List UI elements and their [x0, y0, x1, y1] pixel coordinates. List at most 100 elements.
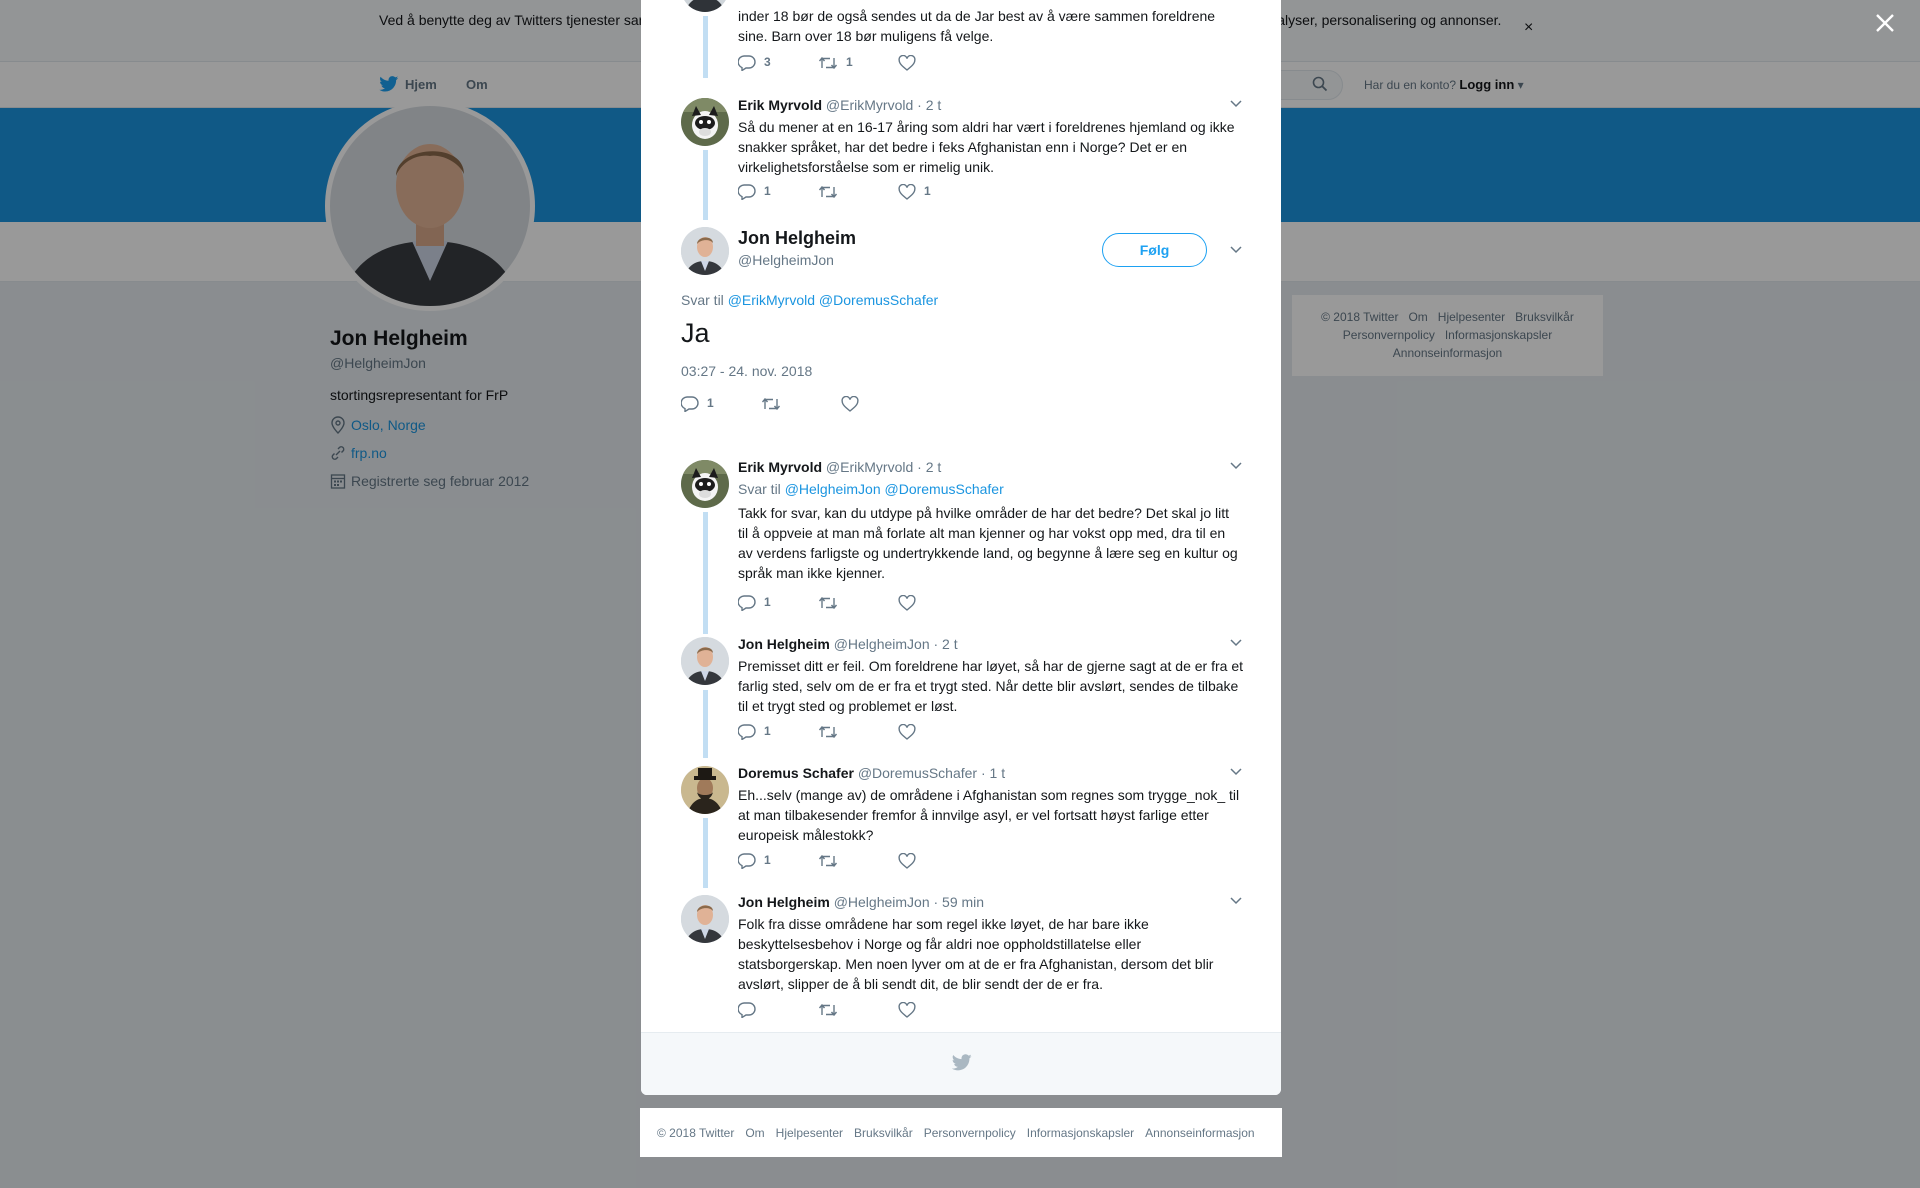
retweet-button[interactable]	[761, 396, 841, 412]
tweet-actions: 1	[738, 595, 978, 611]
reply-button[interactable]: 1	[738, 595, 818, 611]
like-button[interactable]	[898, 853, 978, 869]
tweet-author-handle[interactable]: @ErikMyrvold	[826, 459, 913, 475]
heart-icon	[898, 595, 916, 611]
tweet-text: Folk fra disse områdene har som regel ik…	[738, 916, 1214, 992]
heart-icon	[898, 55, 916, 71]
avatar[interactable]	[681, 98, 729, 146]
tweet-timestamp[interactable]: · 59 min	[934, 894, 985, 910]
chevron-down-icon[interactable]	[1229, 635, 1243, 649]
tweet-timestamp[interactable]: · 1 t	[981, 765, 1005, 781]
tweet-author-handle[interactable]: @DoremusSchafer	[858, 765, 977, 781]
heart-icon	[898, 1002, 916, 1018]
retweet-icon	[818, 55, 838, 71]
avatar[interactable]	[681, 460, 729, 508]
thread-line	[703, 512, 708, 634]
retweet-icon	[818, 724, 838, 740]
chevron-down-icon[interactable]	[1229, 242, 1243, 256]
heart-icon	[898, 724, 916, 740]
thread-line	[703, 818, 708, 888]
reply-count: 1	[764, 724, 771, 738]
like-button[interactable]	[898, 595, 978, 611]
retweet-button[interactable]	[818, 185, 898, 200]
reply-button[interactable]: 1	[738, 853, 818, 869]
main-tweet-author-name[interactable]: Jon Helgheim	[738, 228, 856, 249]
mention-link[interactable]: @DoremusSchafer	[819, 292, 938, 308]
reply-count: 1	[707, 396, 714, 410]
footer-link-cookies[interactable]: Informasjonskapsler	[1027, 1126, 1134, 1140]
reply-icon	[738, 1002, 756, 1018]
like-button[interactable]	[841, 396, 921, 412]
tweet-text: Så du mener at en 16-17 åring som aldri …	[738, 119, 1235, 175]
reply-count: 3	[764, 55, 771, 69]
thread-line	[703, 150, 708, 220]
reply-context: Svar til @ErikMyrvold @DoremusSchafer	[681, 292, 938, 308]
tweet-author-name[interactable]: Jon Helgheim	[738, 636, 830, 652]
mention-link[interactable]: @HelgheimJon	[785, 481, 881, 497]
avatar[interactable]	[681, 895, 729, 943]
avatar[interactable]	[681, 766, 729, 814]
main-tweet-date[interactable]: 03:27 - 24. nov. 2018	[681, 363, 812, 379]
footer-link-help[interactable]: Hjelpesenter	[776, 1126, 843, 1140]
tweet-timestamp[interactable]: · 2 t	[934, 636, 958, 652]
tweet-author-handle[interactable]: @HelgheimJon	[834, 636, 930, 652]
like-button[interactable]: 1	[898, 184, 978, 200]
bottom-footer: © 2018 Twitter Om Hjelpesenter Bruksvilk…	[640, 1108, 1282, 1157]
chevron-down-icon[interactable]	[1229, 893, 1243, 907]
retweet-button[interactable]	[818, 853, 898, 869]
reply-icon	[738, 853, 756, 869]
tweet-modal: inder 18 bør de også sendes ut da de Jar…	[641, 0, 1281, 1095]
footer-link-about[interactable]: Om	[745, 1126, 764, 1140]
heart-icon	[841, 396, 859, 412]
reply-button[interactable]: 1	[738, 184, 818, 200]
retweet-icon	[818, 595, 838, 611]
tweet-author-name[interactable]: Jon Helgheim	[738, 894, 830, 910]
tweet-author-handle[interactable]: @HelgheimJon	[834, 894, 930, 910]
like-button[interactable]	[898, 55, 978, 71]
close-icon[interactable]	[1874, 12, 1896, 34]
like-button[interactable]	[898, 1002, 978, 1018]
chevron-down-icon[interactable]	[1229, 764, 1243, 778]
retweet-icon	[818, 1002, 838, 1018]
chevron-down-icon[interactable]	[1229, 458, 1243, 472]
footer-link-privacy[interactable]: Personvernpolicy	[924, 1126, 1016, 1140]
tweet-actions: 1	[681, 396, 921, 412]
tweet-author-handle[interactable]: @ErikMyrvold	[826, 97, 913, 113]
mention-link[interactable]: @DoremusSchafer	[885, 481, 1004, 497]
reply-icon	[738, 55, 756, 71]
retweet-icon	[818, 853, 838, 869]
tweet-header: Doremus Schafer @DoremusSchafer · 1 t	[738, 764, 1243, 782]
retweet-button[interactable]	[818, 595, 898, 611]
retweet-button[interactable]	[818, 724, 898, 740]
chevron-down-icon[interactable]	[1229, 96, 1243, 110]
twitter-bird-icon	[952, 1054, 972, 1071]
thread-line	[703, 690, 708, 758]
tweet-header: Jon Helgheim @HelgheimJon · 59 min	[738, 893, 1243, 911]
tweet-timestamp[interactable]: · 2 t	[917, 97, 941, 113]
retweet-icon	[761, 396, 781, 412]
footer-link-ads[interactable]: Annonseinformasjon	[1145, 1126, 1254, 1140]
footer-link-terms[interactable]: Bruksvilkår	[854, 1126, 913, 1140]
mention-link[interactable]: @ErikMyrvold	[728, 292, 815, 308]
retweet-button[interactable]	[818, 1002, 898, 1018]
retweet-button[interactable]: 1	[818, 55, 898, 71]
tweet-text: inder 18 bør de også sendes ut da de Jar…	[738, 8, 1216, 44]
main-tweet-author-handle[interactable]: @HelgheimJon	[738, 252, 834, 268]
tweet-text: Eh...selv (mange av) de områdene i Afgha…	[738, 787, 1240, 843]
like-button[interactable]	[898, 724, 978, 740]
main-tweet-text: Ja	[681, 318, 710, 348]
tweet-author-name[interactable]: Erik Myrvold	[738, 459, 822, 475]
tweet-author-name[interactable]: Doremus Schafer	[738, 765, 854, 781]
tweet-timestamp[interactable]: · 2 t	[917, 459, 941, 475]
avatar[interactable]	[681, 637, 729, 685]
follow-button[interactable]: Følg	[1102, 233, 1207, 267]
tweet-header: Erik Myrvold @ErikMyrvold · 2 t	[738, 96, 1243, 114]
avatar[interactable]	[681, 227, 729, 275]
avatar[interactable]	[681, 0, 729, 12]
reply-button[interactable]	[738, 1002, 818, 1018]
reply-button[interactable]: 1	[738, 724, 818, 740]
reply-prefix: Svar til	[681, 292, 724, 308]
reply-button[interactable]: 3	[738, 55, 818, 71]
tweet-author-name[interactable]: Erik Myrvold	[738, 97, 822, 113]
reply-button[interactable]: 1	[681, 396, 761, 412]
